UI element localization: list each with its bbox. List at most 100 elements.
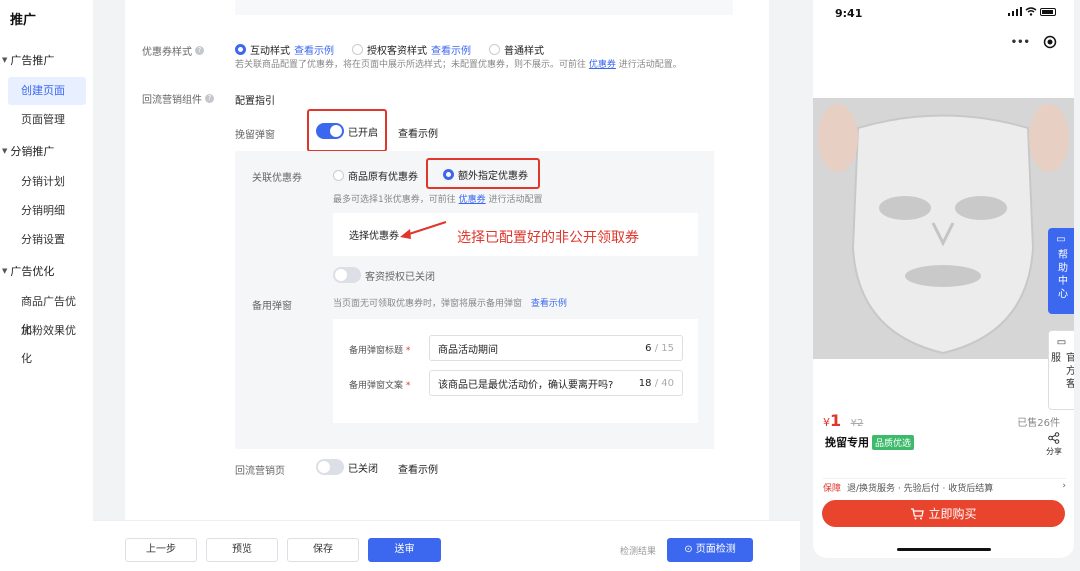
sold-count: 已售26件 [1017, 418, 1060, 429]
field-label: 备用弹窗标题 [349, 346, 404, 356]
sidebar-item-distribution-detail[interactable]: 分销明细 [8, 197, 86, 225]
guarantee-text: 退/换货服务 · 先验后付 · 收货后结算 [847, 484, 994, 494]
question-icon[interactable]: ? [195, 46, 204, 55]
radio-original-coupon[interactable] [333, 170, 344, 181]
retain-popup-config-box: 关联优惠券 商品原有优惠券 额外指定优惠券 最多可选择1张优惠券，可前往 优惠券… [235, 151, 714, 449]
hint-text: 最多可选择1张优惠券，可前往 [333, 195, 456, 205]
view-example-link[interactable]: 查看示例 [431, 42, 471, 57]
sidebar-item-distribution-plan[interactable]: 分销计划 [8, 168, 86, 196]
view-example-link[interactable]: 查看示例 [294, 42, 334, 57]
coupon-style-label-text: 优惠券样式 [142, 47, 192, 58]
retain-popup-toggle[interactable] [316, 123, 344, 139]
close-target-icon[interactable] [1043, 35, 1057, 49]
signal-icon [1008, 7, 1022, 16]
check-icon: ⊙ [684, 544, 693, 555]
official-cs-label: 官方客服 [1048, 352, 1075, 391]
radio-label: 普通样式 [504, 46, 544, 57]
share-label: 分享 [1046, 447, 1062, 456]
radio-interactive-style[interactable] [235, 44, 246, 55]
radio-normal-style[interactable] [489, 44, 500, 55]
submit-review-button[interactable]: 送审 [368, 538, 441, 562]
sidebar-item-fans-optimize[interactable]: 加粉效果优化 [8, 317, 86, 365]
select-coupon-link[interactable]: 选择优惠券 [349, 227, 399, 242]
sidebar-item-distribution-settings[interactable]: 分销设置 [8, 226, 86, 254]
return-page-example-link[interactable]: 查看示例 [398, 461, 438, 476]
sidebar: 推广 ▼ 广告推广 创建页面 页面管理 ▼ 分销推广 分销计划 分销明细 分销设… [0, 0, 93, 571]
coupon-link[interactable]: 优惠券 [459, 195, 486, 205]
linked-coupon-hint: 最多可选择1张优惠券，可前往 优惠券 进行活动配置 [333, 192, 543, 205]
coupon-link[interactable]: 优惠券 [589, 60, 616, 70]
guarantee-label: 保障 [823, 484, 842, 494]
product-name-text: 挽留专用 [825, 436, 869, 449]
config-guide-link[interactable]: 配置指引 [235, 92, 275, 107]
top-content-box [235, 0, 733, 15]
hint-text: 进行活动配置。 [618, 60, 682, 70]
retain-popup-toggle-row: 已开启 [316, 123, 378, 139]
face-mask-image [813, 98, 1074, 359]
customer-auth-toggle-row: 客资授权已关闭 [333, 267, 435, 283]
linked-coupon-label: 关联优惠券 [252, 173, 302, 184]
home-indicator [897, 548, 991, 551]
save-button[interactable]: 保存 [287, 538, 359, 562]
backup-example-link[interactable]: 查看示例 [531, 299, 567, 309]
select-coupon-box: 选择优惠券 选择已配置好的非公开领取券 [333, 213, 698, 256]
help-center-tab[interactable]: ▭ 帮助中心 [1048, 228, 1074, 314]
sidebar-item-create-page[interactable]: 创建页面 [8, 77, 86, 105]
radio-label: 额外指定优惠券 [458, 171, 528, 182]
toggle-status-text: 已关闭 [348, 463, 378, 475]
product-name: 挽留专用 品质优选 [825, 434, 915, 450]
backup-text-input[interactable]: 该商品已是最优活动价，确认要离开吗? 18 / 40 [429, 370, 683, 396]
share-button[interactable]: 分享 [1046, 432, 1062, 457]
page-check-button[interactable]: ⊙ 页面检测 [667, 538, 753, 562]
toggle-status-text: 客资授权已关闭 [365, 271, 435, 283]
page-check-label: 页面检测 [695, 544, 736, 555]
backup-title-input[interactable]: 商品活动期间 6 / 15 [429, 335, 683, 361]
quality-badge: 品质优选 [872, 434, 915, 450]
question-icon[interactable]: ? [205, 94, 214, 103]
guarantee-row[interactable]: 保障 退/换货服务 · 先验后付 · 收货后结算 › [823, 478, 1066, 494]
status-icons [1008, 7, 1056, 16]
return-page-toggle[interactable] [316, 459, 344, 475]
radio-extra-coupon[interactable] [443, 169, 454, 180]
backup-popup-form-box: 备用弹窗标题 * 商品活动期间 6 / 15 备用弹窗文案 * 该商品已是最优活… [333, 319, 698, 423]
char-counter: 6 / 15 [645, 342, 674, 354]
original-price: ¥2 [850, 418, 864, 429]
linked-coupon-option-extra[interactable]: 额外指定优惠券 [443, 167, 528, 182]
backup-popup-label: 备用弹窗 [252, 301, 292, 312]
customer-auth-toggle[interactable] [333, 267, 361, 283]
coupon-style-label: 优惠券样式 ? [142, 43, 204, 58]
sidebar-group-distribution[interactable]: ▼ 分销推广 [2, 143, 54, 159]
sidebar-group-ad-promotion[interactable]: ▼ 广告推广 [2, 52, 54, 68]
product-image [813, 98, 1074, 359]
sidebar-group-label: 分销推广 [10, 145, 55, 158]
footer-toolbar: 上一步 预览 保存 送审 检测结果 ⊙ 页面检测 [93, 520, 800, 571]
retain-popup-example-link[interactable]: 查看示例 [398, 125, 438, 140]
chevron-right-icon: › [1062, 481, 1066, 491]
caret-down-icon: ▼ [2, 56, 8, 64]
message-icon: ▭ [1056, 337, 1067, 348]
radio-auth-style[interactable] [352, 44, 363, 55]
battery-icon [1040, 7, 1056, 16]
return-component-label: 回流营销组件 ? [142, 91, 214, 106]
share-icon [1048, 432, 1060, 444]
prev-step-button[interactable]: 上一步 [125, 538, 197, 562]
sidebar-item-product-ad-optimize[interactable]: 商品广告优化 [8, 288, 86, 336]
coupon-style-options: 互动样式 查看示例 授权客资样式 查看示例 普通样式 [235, 42, 544, 57]
sidebar-group-label: 广告推广 [10, 54, 55, 67]
status-time: 9:41 [835, 7, 863, 20]
input-value: 该商品已是最优活动价，确认要离开吗? [438, 379, 614, 391]
miniapp-capsule: ••• [1004, 31, 1064, 53]
sidebar-group-ad-optimize[interactable]: ▼ 广告优化 [2, 263, 54, 279]
linked-coupon-option-original[interactable]: 商品原有优惠券 [333, 168, 418, 183]
more-menu-icon[interactable]: ••• [1011, 37, 1030, 48]
required-mark: * [405, 381, 411, 391]
backup-popup-hint: 当页面无可领取优惠券时，弹窗将展示备用弹窗 查看示例 [333, 296, 567, 309]
help-center-label: 帮助中心 [1055, 249, 1067, 301]
radio-label: 互动样式 [250, 46, 290, 57]
official-cs-tab[interactable]: ▭ 官方客服 [1048, 330, 1074, 410]
sidebar-item-page-manage[interactable]: 页面管理 [8, 106, 86, 134]
sidebar-group-label: 广告优化 [10, 265, 55, 278]
buy-now-button[interactable]: 立即购买 [822, 500, 1065, 527]
required-mark: * [405, 346, 411, 356]
preview-button[interactable]: 预览 [206, 538, 278, 562]
